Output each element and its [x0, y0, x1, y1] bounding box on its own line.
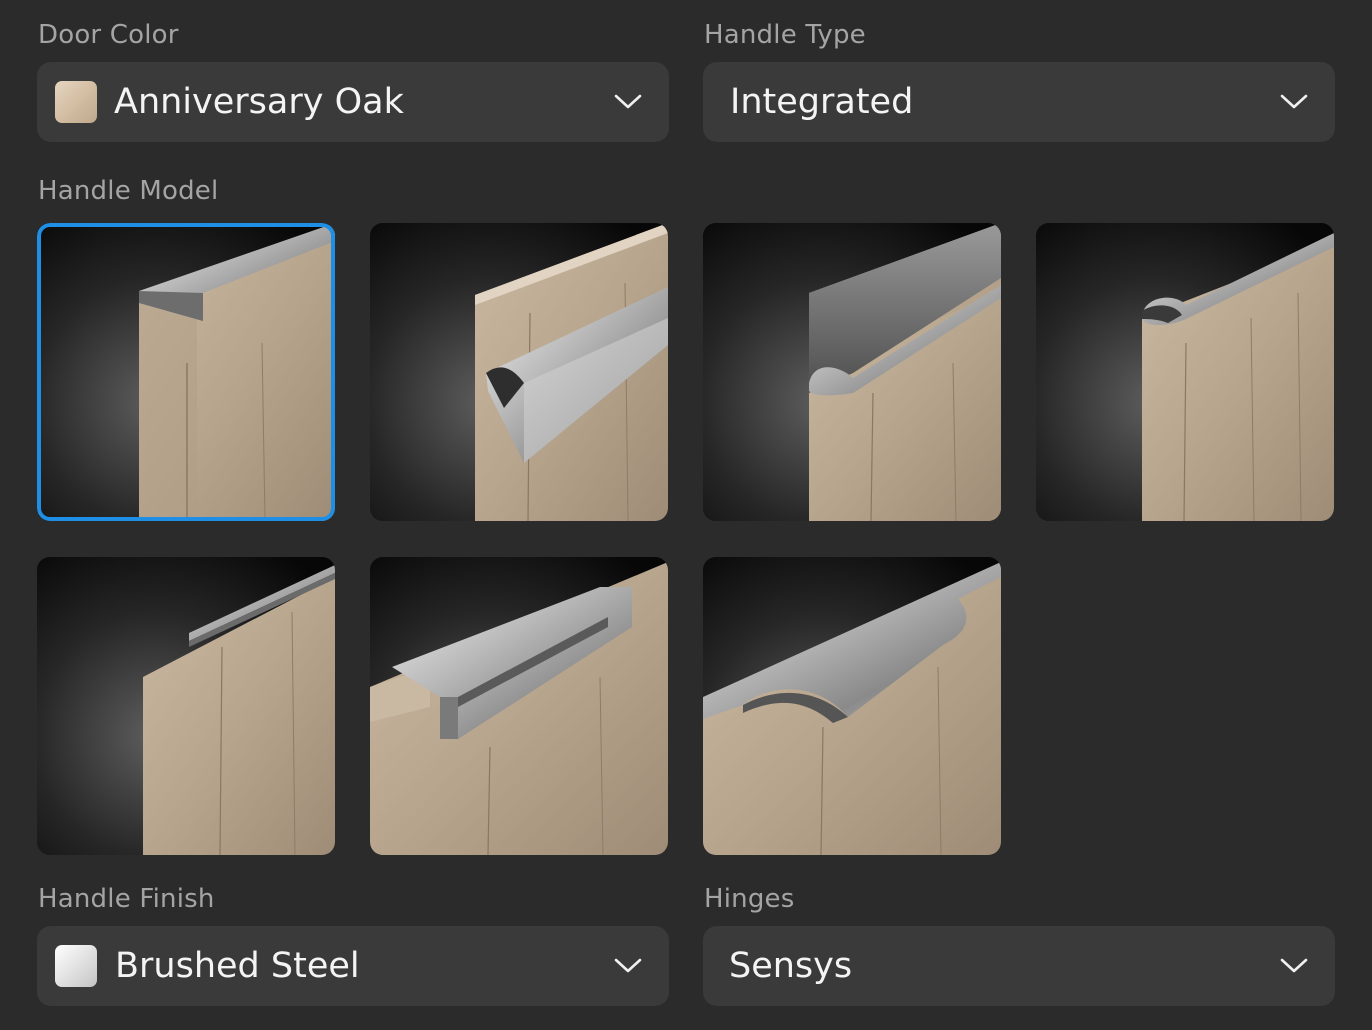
handle-model-grid [37, 223, 1335, 855]
hinges-value: Sensys [729, 946, 853, 986]
door-color-value: Anniversary Oak [114, 82, 404, 122]
hinges-label: Hinges [704, 884, 795, 914]
door-color-select[interactable]: Anniversary Oak [37, 62, 669, 142]
hinges-select[interactable]: Sensys [703, 926, 1335, 1006]
chevron-down-icon [1280, 94, 1308, 109]
door-color-swatch [55, 81, 97, 123]
chevron-down-icon [614, 94, 642, 109]
handle-finish-select[interactable]: Brushed Steel [37, 926, 669, 1006]
handle-finish-label: Handle Finish [38, 884, 215, 914]
handle-model-option[interactable] [1036, 223, 1334, 521]
handle-finish-value: Brushed Steel [115, 946, 360, 986]
handle-model-preview [37, 557, 335, 855]
handle-model-option[interactable] [37, 557, 335, 855]
handle-type-select[interactable]: Integrated [703, 62, 1335, 142]
handle-model-option[interactable] [37, 223, 335, 521]
handle-model-preview [37, 223, 335, 521]
handle-model-preview [703, 223, 1001, 521]
handle-model-option[interactable] [703, 557, 1001, 855]
handle-model-preview [1036, 223, 1334, 521]
handle-model-preview [370, 223, 668, 521]
chevron-down-icon [614, 958, 642, 973]
door-color-label: Door Color [38, 20, 179, 50]
handle-type-label: Handle Type [704, 20, 866, 50]
handle-model-preview [703, 557, 1001, 855]
handle-model-option[interactable] [370, 223, 668, 521]
handle-model-preview [370, 557, 668, 855]
handle-model-label: Handle Model [38, 176, 219, 206]
handle-finish-swatch [55, 945, 97, 987]
handle-model-option[interactable] [370, 557, 668, 855]
chevron-down-icon [1280, 958, 1308, 973]
handle-type-value: Integrated [730, 82, 914, 122]
handle-model-option[interactable] [703, 223, 1001, 521]
